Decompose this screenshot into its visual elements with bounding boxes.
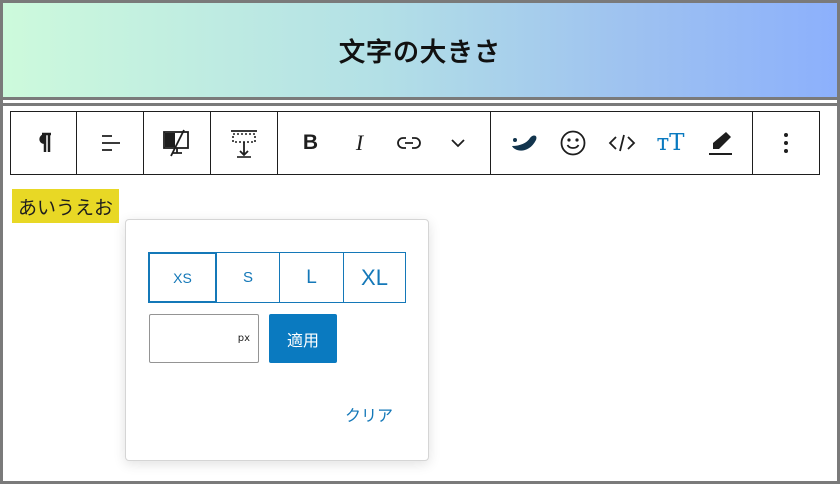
vertical-spacing-icon — [231, 130, 257, 158]
page-title: 文字の大きさ — [338, 37, 501, 68]
block-toolbar: B I тT — [10, 111, 820, 175]
more-formats-button[interactable] — [433, 112, 482, 174]
device-hide-icon — [163, 129, 189, 157]
highlight-button[interactable] — [695, 112, 744, 174]
align-right-icon — [102, 135, 120, 151]
toolbar-group-format: B I — [278, 112, 491, 174]
italic-button[interactable]: I — [335, 112, 384, 174]
brand-button[interactable] — [499, 112, 548, 174]
more-vertical-icon — [784, 133, 788, 153]
emoji-button[interactable] — [548, 112, 597, 174]
size-preset-group: XS S L XL — [148, 252, 406, 303]
toolbar-group-extensions: тT — [491, 112, 753, 174]
bold-button[interactable]: B — [286, 112, 335, 174]
align-button[interactable] — [77, 112, 143, 174]
toolbar-group-align — [77, 112, 144, 174]
size-xl-button[interactable]: XL — [343, 252, 406, 303]
link-button[interactable] — [384, 112, 433, 174]
window-frame: 文字の大きさ B I тT あいうえお XS S L XL px 適用 クリア — [0, 0, 840, 484]
clear-button[interactable]: クリア — [345, 402, 393, 426]
title-banner: 文字の大きさ — [3, 3, 837, 100]
font-size-icon: тT — [656, 130, 685, 156]
highlighted-text[interactable]: あいうえお — [12, 189, 120, 223]
brand-blob-icon — [511, 135, 536, 151]
options-button[interactable] — [762, 112, 811, 174]
toolbar-group-paragraph — [11, 112, 77, 174]
toolbar-group-height — [211, 112, 278, 174]
font-size-popover: XS S L XL px 適用 クリア — [125, 219, 429, 461]
code-icon — [608, 134, 635, 152]
italic-icon: I — [355, 130, 364, 155]
size-xs-button[interactable]: XS — [148, 252, 217, 303]
link-icon — [396, 137, 421, 149]
device-visibility-button[interactable] — [144, 112, 210, 174]
size-l-button[interactable]: L — [279, 252, 344, 303]
toolbar-group-responsive — [144, 112, 211, 174]
highlighter-icon — [708, 132, 732, 155]
pilcrow-icon — [38, 132, 51, 152]
toolbar-group-more — [753, 112, 819, 174]
code-button[interactable] — [597, 112, 646, 174]
chevron-down-icon — [450, 139, 465, 148]
paragraph-button[interactable] — [11, 112, 76, 174]
height-button[interactable] — [211, 112, 277, 174]
apply-button[interactable]: 適用 — [269, 314, 337, 363]
custom-size-input[interactable]: px — [149, 314, 259, 363]
unit-label: px — [237, 333, 250, 344]
bold-icon: B — [302, 131, 319, 154]
font-size-button[interactable]: тT — [646, 112, 695, 174]
size-s-button[interactable]: S — [216, 252, 280, 303]
editor-area: B I тT あいうえお XS S L XL px 適用 クリア — [3, 103, 837, 481]
emoji-smile-icon — [560, 130, 585, 156]
